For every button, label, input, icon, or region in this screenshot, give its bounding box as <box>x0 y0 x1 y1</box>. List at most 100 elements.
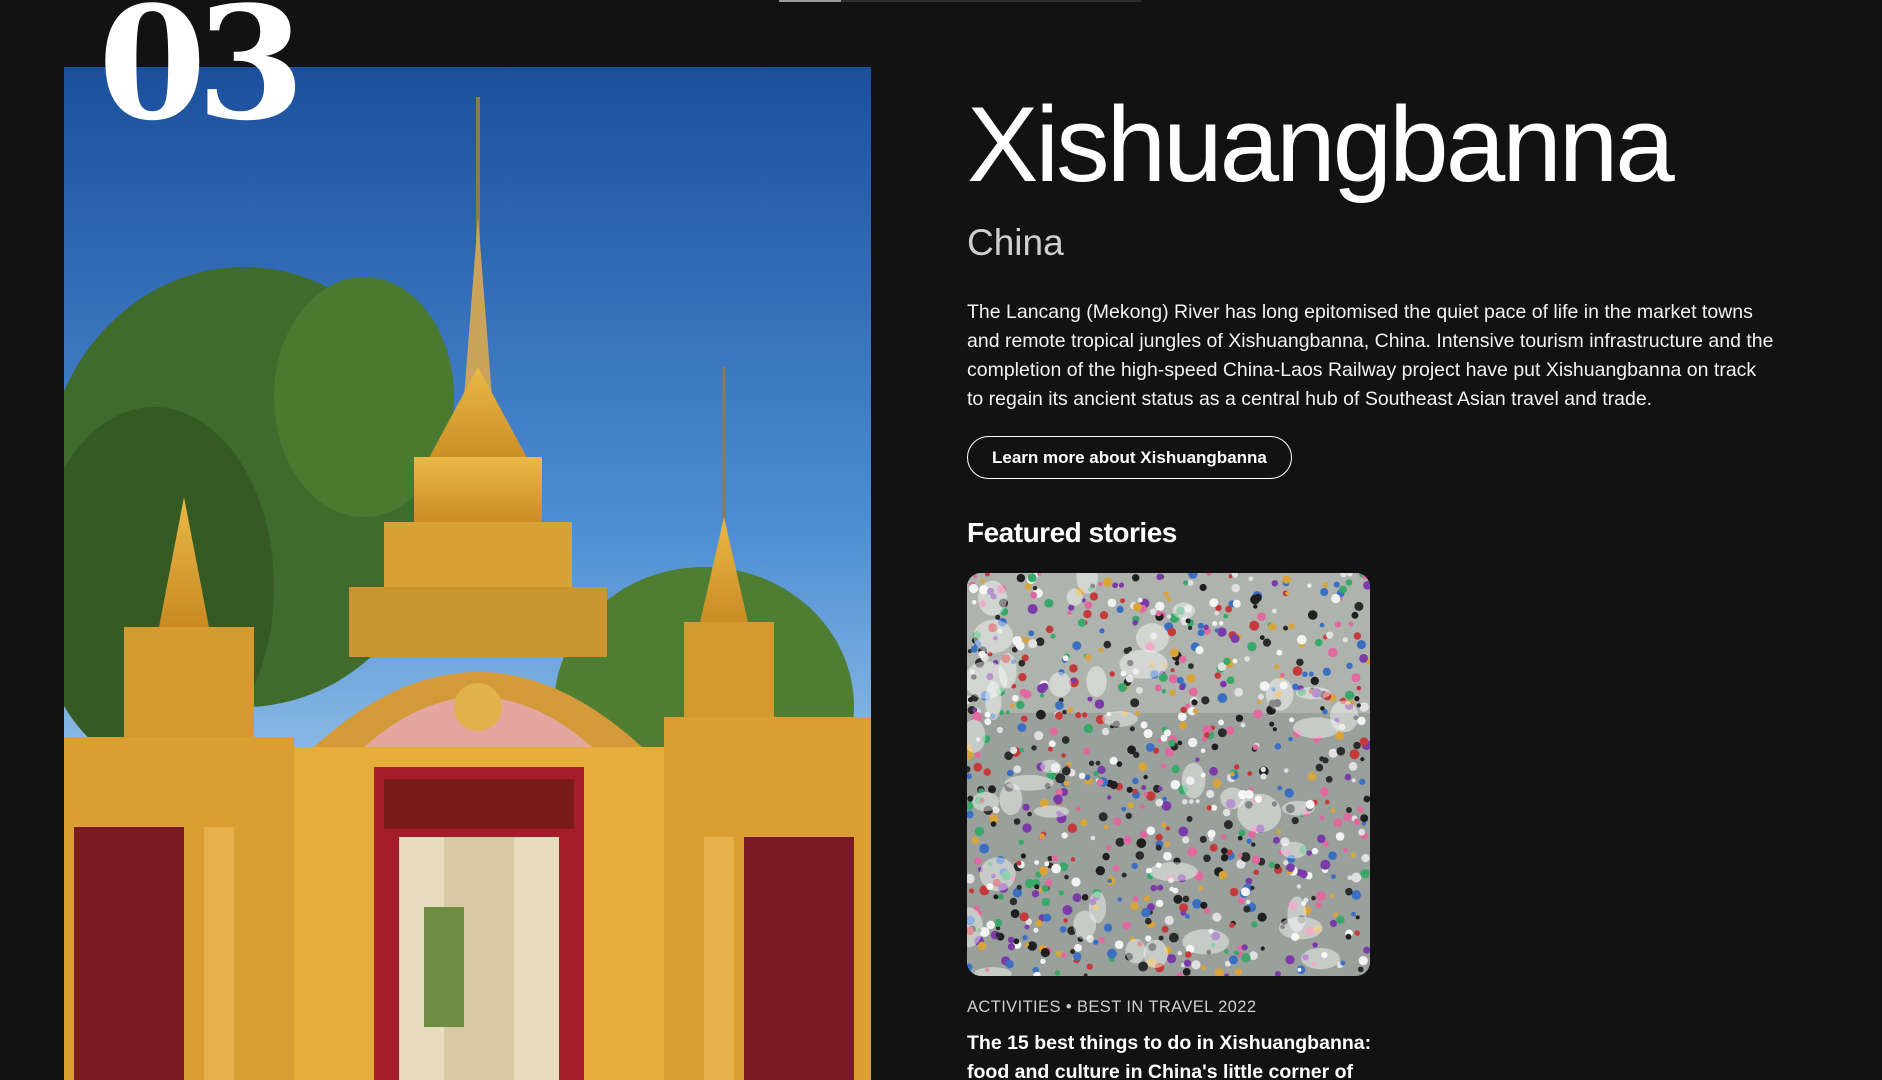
crowd-dot <box>1030 591 1038 599</box>
crowd-dot <box>1232 599 1241 608</box>
crowd-dot <box>1345 690 1355 700</box>
crowd-dot <box>1359 736 1369 746</box>
crowd-dot <box>1145 742 1155 752</box>
crowd-dot <box>1070 948 1076 954</box>
crowd-dot <box>1247 770 1253 776</box>
crowd-dot <box>1344 773 1352 780</box>
crowd-dot <box>1217 692 1228 703</box>
crowd-dot <box>1223 657 1231 665</box>
crowd-dot <box>1322 667 1331 676</box>
crowd-dot <box>1312 941 1318 948</box>
crowd-dot <box>1288 736 1293 742</box>
crowd-dot <box>1260 766 1266 772</box>
crowd-dot <box>1333 817 1343 827</box>
crowd-dot <box>1182 967 1191 976</box>
crowd-dot <box>1351 872 1362 883</box>
crowd-dot <box>1245 877 1253 885</box>
destination-description: The Lancang (Mekong) River has long epit… <box>967 300 1774 410</box>
crowd-dot <box>1274 663 1280 669</box>
crowd-dot <box>1225 726 1235 735</box>
crowd-dot <box>1005 709 1010 715</box>
crowd-dot <box>1150 884 1157 891</box>
crowd-dot <box>1127 646 1132 652</box>
crowd-dot <box>1019 911 1029 922</box>
crowd-dot <box>1350 852 1356 858</box>
crowd-dot <box>1192 898 1202 909</box>
crowd-dot <box>1076 806 1081 811</box>
crowd-dot <box>1253 869 1259 875</box>
crowd-dot <box>1328 748 1338 758</box>
crowd-dot <box>1343 847 1348 853</box>
crowd-dot <box>1238 829 1246 836</box>
crowd-dot <box>1028 630 1035 637</box>
crowd-dot <box>1013 817 1021 825</box>
crowd-dot <box>1358 966 1364 972</box>
crowd-dot <box>1186 815 1193 822</box>
crowd-dot <box>1363 795 1370 803</box>
water-splash <box>1135 622 1169 653</box>
crowd-dot <box>1132 788 1138 794</box>
crowd-dot <box>1061 831 1068 839</box>
crowd-dot <box>1172 887 1179 894</box>
crowd-dot <box>1297 634 1307 645</box>
story-image[interactable] <box>967 572 1370 976</box>
crowd-dot <box>1234 967 1242 976</box>
crowd-dot <box>1260 773 1267 780</box>
crowd-dot <box>1145 935 1152 942</box>
learn-more-button[interactable]: Learn more about Xishuangbanna <box>967 435 1292 479</box>
crowd-dot <box>1102 852 1110 860</box>
crowd-dot <box>1177 711 1187 721</box>
crowd-dot <box>1179 721 1187 729</box>
water-splash <box>1048 671 1072 697</box>
crowd-dot <box>1077 618 1086 627</box>
crowd-dot <box>995 932 1001 938</box>
crowd-dot <box>1283 767 1289 773</box>
crowd-dot <box>1088 760 1095 766</box>
water-splash <box>1086 665 1107 697</box>
crowd-dot <box>1070 677 1077 683</box>
crowd-dot <box>1229 887 1239 897</box>
crowd-dot <box>1113 816 1122 826</box>
crowd-dot <box>1320 859 1331 870</box>
crowd-dot <box>1185 950 1192 958</box>
crowd-dot <box>1044 598 1054 608</box>
crowd-dot <box>1351 611 1359 619</box>
crowd-dot <box>1268 861 1276 868</box>
crowd-dot <box>1058 890 1064 896</box>
crowd-dot <box>1049 727 1058 736</box>
crowd-dot <box>1203 624 1209 630</box>
crowd-dot <box>1140 830 1148 838</box>
crowd-dot <box>1296 658 1304 666</box>
story-title[interactable]: The 15 best things to do in Xishuangbann… <box>967 1029 1387 1080</box>
featured-story-card[interactable]: ACTIVITIES • BEST IN TRAVEL 2022 The 15 … <box>967 572 1371 1080</box>
crowd-dot <box>1118 582 1125 588</box>
crowd-dot <box>1146 826 1156 835</box>
crowd-dot <box>1158 935 1164 941</box>
crowd-dot <box>1351 889 1362 900</box>
crowd-dot <box>1022 823 1032 833</box>
crowd-dot <box>1055 700 1064 710</box>
crowd-dot <box>1168 673 1178 684</box>
crowd-dot <box>1061 952 1067 958</box>
crowd-dot <box>1044 861 1050 867</box>
crowd-dot <box>1081 893 1089 901</box>
crowd-dot <box>1292 683 1299 690</box>
crowd-dot <box>1055 711 1063 720</box>
crowd-dot <box>1253 603 1258 609</box>
crowd-dot <box>984 717 992 725</box>
crowd-dot <box>1307 609 1318 620</box>
crowd-dot <box>1161 822 1167 828</box>
crowd-dot <box>1107 948 1117 959</box>
crowd-dot <box>1177 950 1183 956</box>
crowd-dot <box>1187 579 1194 586</box>
crowd-dot <box>983 768 991 776</box>
crowd-dot <box>1082 711 1088 718</box>
crowd-dot <box>1155 833 1163 841</box>
water-splash <box>1280 841 1307 859</box>
crowd-dot <box>1143 895 1150 902</box>
water-splash <box>1143 939 1168 968</box>
crowd-dot <box>1182 895 1190 903</box>
crowd-dot <box>1191 698 1198 706</box>
crowd-dot <box>969 887 975 894</box>
crowd-dot <box>1361 853 1370 862</box>
